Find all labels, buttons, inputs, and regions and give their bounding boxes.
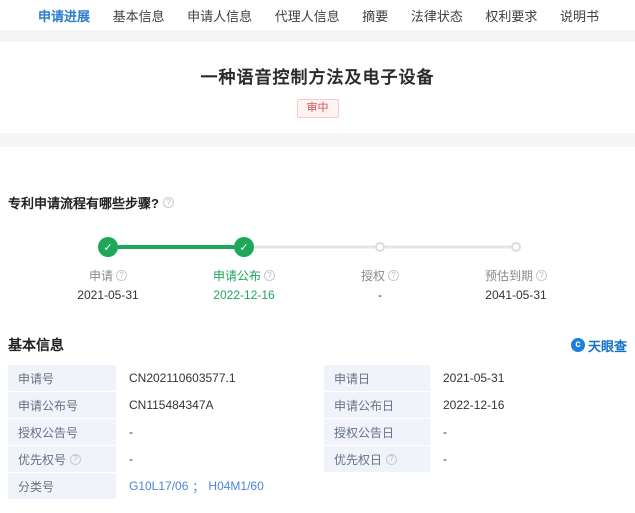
section-divider	[0, 133, 635, 147]
check-circle-icon: ✓	[234, 237, 254, 257]
step-date: 2022-12-16	[176, 288, 312, 302]
tab-description[interactable]: 说明书	[560, 6, 599, 25]
field-label-application-number: 申请号	[8, 365, 116, 391]
field-value-grant-announcement-date: -	[431, 419, 627, 445]
field-value-publication-date: 2022-12-16	[431, 392, 627, 418]
step-label: 预估到期	[485, 267, 533, 284]
step-estimated-expiry: 预估到期 ? 2041-05-31	[448, 236, 584, 302]
step-date: 2021-05-31	[40, 288, 176, 302]
field-value-priority-date: -	[431, 446, 627, 472]
field-value-publication-number: CN115484347A	[117, 392, 323, 418]
field-label-grant-announcement-number: 授权公告号	[8, 419, 116, 445]
field-label-classification-number: 分类号	[8, 473, 116, 499]
help-icon[interactable]: ?	[388, 270, 399, 281]
basic-info-table: 申请号 CN202110603577.1 申请日 2021-05-31 申请公布…	[8, 365, 627, 499]
tianyancha-logo-icon: c	[571, 338, 585, 352]
field-value-application-number: CN202110603577.1	[117, 365, 323, 391]
flow-section-heading: 专利申请流程有哪些步骤? ?	[0, 147, 635, 212]
step-label: 申请公布	[213, 267, 261, 284]
step-grant: 授权 ? -	[312, 236, 448, 302]
help-icon[interactable]: ?	[536, 270, 547, 281]
classification-link[interactable]: G10L17/06	[129, 479, 188, 493]
field-label-priority-date: 优先权日 ?	[324, 446, 430, 472]
pending-circle-icon	[375, 242, 385, 252]
tab-application-progress[interactable]: 申请进展	[38, 6, 90, 25]
bottom-spacer	[0, 499, 635, 513]
section-divider	[0, 30, 635, 42]
field-value-classification-number: G10L17/06 ； H04M1/60	[117, 473, 627, 499]
tab-legal-status[interactable]: 法律状态	[411, 6, 463, 25]
step-date: -	[312, 288, 448, 302]
tab-abstract[interactable]: 摘要	[362, 6, 388, 25]
step-publication: ✓ 申请公布 ? 2022-12-16	[176, 236, 312, 302]
basic-info-heading: 基本信息	[8, 335, 64, 355]
flow-heading-text: 专利申请流程有哪些步骤?	[8, 193, 159, 212]
classification-separator: ；	[192, 478, 204, 495]
pending-circle-icon	[511, 242, 521, 252]
help-icon[interactable]: ?	[163, 197, 174, 208]
field-label-publication-number: 申请公布号	[8, 392, 116, 418]
tab-basic-info[interactable]: 基本信息	[113, 6, 165, 25]
step-application: ✓ 申请 ? 2021-05-31	[40, 236, 176, 302]
tab-claims[interactable]: 权利要求	[485, 6, 537, 25]
step-date: 2041-05-31	[448, 288, 584, 302]
help-icon[interactable]: ?	[386, 454, 397, 465]
tianyancha-brand[interactable]: c 天眼查	[571, 336, 627, 355]
field-value-priority-number: -	[117, 446, 323, 472]
step-label: 授权	[361, 267, 385, 284]
field-label-publication-date: 申请公布日	[324, 392, 430, 418]
tianyancha-logo-text: 天眼查	[588, 336, 627, 355]
field-label-application-date: 申请日	[324, 365, 430, 391]
help-icon[interactable]: ?	[264, 270, 275, 281]
field-value-application-date: 2021-05-31	[431, 365, 627, 391]
tab-bar: 申请进展 基本信息 申请人信息 代理人信息 摘要 法律状态 权利要求 说明书	[0, 0, 635, 30]
help-icon[interactable]: ?	[116, 270, 127, 281]
status-badge: 审中	[297, 99, 339, 118]
step-label: 申请	[89, 267, 113, 284]
patent-title: 一种语音控制方法及电子设备	[0, 63, 635, 88]
help-icon[interactable]: ?	[70, 454, 81, 465]
field-label-priority-number: 优先权号 ?	[8, 446, 116, 472]
main-content: 专利申请流程有哪些步骤? ? ✓ 申请 ? 2021-05-31 ✓ 申请公布 …	[0, 147, 635, 513]
field-label-grant-announcement-date: 授权公告日	[324, 419, 430, 445]
patent-progress-stepper: ✓ 申请 ? 2021-05-31 ✓ 申请公布 ? 2022-12-16	[40, 236, 584, 302]
tab-agent-info[interactable]: 代理人信息	[275, 6, 340, 25]
check-circle-icon: ✓	[98, 237, 118, 257]
basic-info-header: 基本信息 c 天眼查	[0, 335, 635, 355]
tab-applicant-info[interactable]: 申请人信息	[187, 6, 252, 25]
field-value-grant-announcement-number: -	[117, 419, 323, 445]
patent-title-card: 一种语音控制方法及电子设备 审中	[0, 42, 635, 133]
classification-link[interactable]: H04M1/60	[208, 479, 263, 493]
